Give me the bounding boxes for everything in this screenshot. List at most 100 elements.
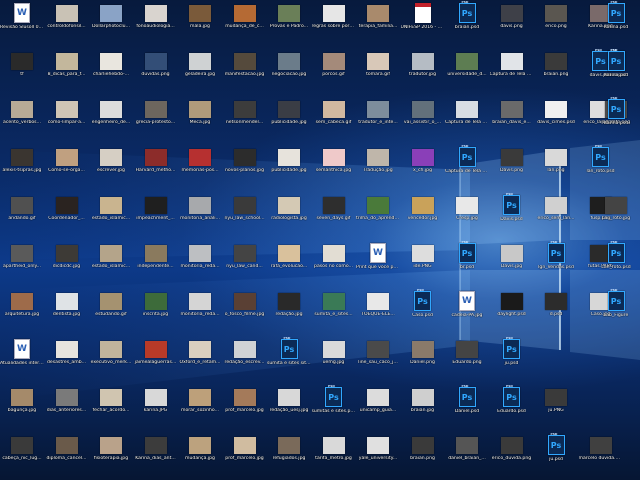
desktop-icon[interactable]: uemg.jpg <box>314 337 354 381</box>
desktop-icon[interactable]: d.psd <box>536 289 576 333</box>
desktop-icon[interactable]: mudança.jpg <box>180 433 220 477</box>
desktop-icon[interactable]: escrever.jpg <box>91 145 131 189</box>
desktop-icon[interactable]: Ps Karina.psd <box>596 0 636 45</box>
desktop-icon[interactable]: Oxford_e_retam... <box>180 337 221 381</box>
desktop-icon[interactable]: fisioterapia.jpg <box>91 433 131 477</box>
desktop-icon[interactable]: o_fosco_filme.jpg <box>225 289 265 333</box>
desktop-icon[interactable]: Ps Davis.psd <box>492 192 532 237</box>
desktop-icon[interactable]: erico.png <box>536 1 576 45</box>
desktop-icon[interactable]: seven_days.gif <box>314 193 354 237</box>
desktop-icon[interactable]: controldofonsil... <box>47 1 87 45</box>
desktop-icon[interactable]: davis.png <box>492 1 532 45</box>
desktop-icon[interactable]: manifestacao.jpg <box>225 49 265 93</box>
desktop-icon[interactable]: Lan_roto.jpg <box>596 193 636 237</box>
desktop-icon[interactable]: universidade_d... <box>447 49 487 93</box>
desktop-icon[interactable]: cabeça_nic_lug... <box>2 433 42 477</box>
desktop-icon[interactable]: Captura de Tela 2016-03-17 às... <box>490 49 534 93</box>
desktop-icon[interactable]: dias_anteriores... <box>47 385 87 429</box>
desktop-icon[interactable]: Wcadeia-PA.jpg <box>447 289 487 333</box>
desktop-icon[interactable]: sem_cabeca.gif <box>314 97 354 141</box>
desktop-icon[interactable]: TOEQUE-ELE... <box>358 289 398 333</box>
desktop-icon[interactable]: radiologista.jpg <box>269 193 309 237</box>
desktop-icon[interactable]: andando.gif <box>2 193 42 237</box>
desktop-icon[interactable]: lan.png <box>536 145 576 189</box>
desktop-icon[interactable]: regras sobre portugues.jpg <box>312 1 356 45</box>
desktop-icon[interactable]: Ps Captura de Tela 2016-03-23 às... <box>445 144 489 189</box>
desktop-icon[interactable]: prof_marcelo.jpg <box>225 385 265 429</box>
desktop-icon[interactable]: Ps Lab_Figure <box>596 288 636 333</box>
desktop-icon[interactable]: estado_islamic... <box>91 193 131 237</box>
desktop-icon[interactable]: line_sau_caco_j... <box>358 337 398 381</box>
desktop-icon[interactable]: unicamp_guia... <box>358 385 398 429</box>
desktop-icon[interactable]: Harvard_metho... <box>136 145 176 189</box>
desktop-icon[interactable]: 8_dicas_para_f... <box>47 49 87 93</box>
desktop-icon[interactable]: impeachment_... <box>136 193 176 237</box>
desktop-icon[interactable]: bagunça.jpg <box>2 385 42 429</box>
desktop-icon[interactable]: Coordenador_... <box>47 193 87 237</box>
desktop-icon[interactable]: desastres_amb... <box>47 337 87 381</box>
desktop-icon[interactable]: braian_davis_e... <box>492 97 532 141</box>
desktop-icon[interactable]: Ps Karina.psd <box>596 48 636 93</box>
desktop-icon[interactable]: dicdicdc.jpg <box>47 241 87 285</box>
desktop-icon[interactable]: marcelo duvida.png <box>579 433 623 477</box>
desktop-icon[interactable]: vencedor.jpg <box>403 193 443 237</box>
desktop-icon[interactable]: tarifa_metro.jpg <box>314 433 354 477</box>
desktop-icon[interactable]: monitoria_anali... <box>180 193 220 237</box>
desktop-icon[interactable]: braian.jpg <box>403 385 443 429</box>
desktop-icon[interactable]: alexis-tsipras.jpg <box>2 145 42 189</box>
desktop-icon[interactable]: tf <box>2 49 42 93</box>
desktop-icon[interactable]: executivo_merk... <box>91 337 131 381</box>
desktop-icon[interactable]: pasos no como... <box>314 241 354 285</box>
desktop-icon[interactable]: Ps ju.psd <box>492 336 532 381</box>
desktop-icon[interactable]: Captura de Tela 2016-03-23 às... <box>445 97 489 141</box>
desktop-icon[interactable]: trilha_do_aprendiz... <box>356 193 400 237</box>
desktop-icon[interactable]: ide.PNG <box>403 241 443 285</box>
desktop-icon[interactable]: erico_duvida.png <box>492 433 532 477</box>
desktop-icon[interactable]: Ps braian.psd <box>447 0 487 45</box>
desktop-icon[interactable]: memorias-pos... <box>180 145 220 189</box>
desktop-icon[interactable]: engenheiro_de... <box>91 97 131 141</box>
desktop-icon[interactable]: W Print que voce pode de lado... <box>356 241 400 285</box>
desktop-icon[interactable]: fechar_acordo... <box>91 385 131 429</box>
desktop-icon[interactable]: redação_uesj.jpg <box>269 385 309 429</box>
desktop-icon[interactable]: Como-se-orga... <box>47 145 87 189</box>
desktop-icon[interactable]: redação.jpg <box>269 289 309 333</box>
desktop-icon[interactable]: Ps Daniel.psd <box>447 384 487 429</box>
desktop-icon[interactable]: duvidas.png <box>136 49 176 93</box>
desktop-icon[interactable]: negociacao.jpg <box>269 49 309 93</box>
desktop-icon[interactable]: erico_sem_lan... <box>536 193 576 237</box>
desktop-icon[interactable]: Cresp.jpg <box>447 193 487 237</box>
desktop-icon[interactable]: morar_sozinho... <box>180 385 220 429</box>
desktop-icon[interactable]: geladeira.jpg <box>180 49 220 93</box>
desktop-icon[interactable]: W Revisão Slusoll 092015.docx <box>0 1 44 45</box>
desktop-icon[interactable]: rafa_evolucao... <box>269 241 309 285</box>
desktop-icon[interactable]: redação_escrev... <box>225 337 265 381</box>
desktop-icon[interactable]: publicidade.jpg <box>269 145 309 189</box>
desktop-icon[interactable]: karina.JPG <box>136 385 176 429</box>
desktop-icon[interactable]: Meca.jpg <box>180 97 220 141</box>
desktop-icon[interactable]: terapia_familia... <box>358 1 398 45</box>
desktop-icon[interactable]: Ps lan_roto.psd <box>581 144 621 189</box>
desktop-icon[interactable]: estudando.gif <box>91 289 131 333</box>
desktop-icon[interactable]: inscrita.jpg <box>136 289 176 333</box>
desktop-icon[interactable]: W Atualidades internacionais_... <box>0 337 44 381</box>
desktop-icon[interactable]: prof_marcelo.jpg <box>225 433 265 477</box>
desktop-icon[interactable]: netsonmendel... <box>225 97 265 141</box>
desktop-icon[interactable]: monitoria_reda... <box>180 289 220 333</box>
desktop-icon[interactable]: Provas e Padrõ... <box>269 1 309 45</box>
desktop-icon[interactable]: estado_islamic... <box>91 241 131 285</box>
desktop-icon[interactable]: tradutor.jpg <box>403 49 443 93</box>
desktop-icon[interactable]: jaimealaguerras... <box>135 337 176 381</box>
desktop-icon[interactable]: tomara.gif <box>358 49 398 93</box>
desktop-icon[interactable]: dentista.jpg <box>47 289 87 333</box>
desktop-icon[interactable]: Daniel.png <box>403 337 443 381</box>
desktop-icon[interactable]: Davis.jpg <box>492 241 532 285</box>
desktop-icon[interactable]: semanthica.jpg <box>314 145 354 189</box>
desktop-icon[interactable]: fonoaudiologia... <box>136 1 176 45</box>
desktop-icon[interactable]: grecia-protesto... <box>136 97 176 141</box>
desktop-icon[interactable]: Ps ju.psd <box>536 432 576 477</box>
desktop-icon[interactable]: Ps Lan_roto.psd <box>596 240 636 285</box>
desktop-icon[interactable]: diploma_cancel... <box>46 433 87 477</box>
desktop-icon[interactable]: novos-planos.jpg <box>225 145 265 189</box>
desktop-icon[interactable]: publicidade.jpg <box>269 97 309 141</box>
